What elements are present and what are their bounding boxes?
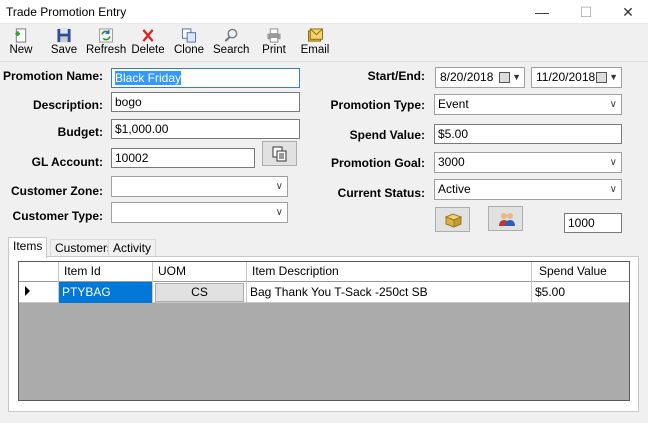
- spend-value-label: Spend Value:: [349, 128, 425, 142]
- column-header-uom[interactable]: UOM: [153, 262, 247, 282]
- tab-items[interactable]: Items: [8, 237, 48, 258]
- row-header-corner: [19, 262, 59, 282]
- column-header-item-id[interactable]: Item Id: [59, 262, 153, 282]
- chevron-down-icon: ∨: [275, 207, 283, 218]
- printer-icon: [267, 28, 281, 43]
- clone-button[interactable]: Clone: [174, 26, 204, 60]
- window-title: Trade Promotion Entry: [6, 5, 127, 19]
- current-status-label: Current Status:: [337, 186, 425, 200]
- title-bar: Trade Promotion Entry — ☐ ✕: [0, 0, 648, 24]
- search-button[interactable]: Search: [213, 26, 249, 60]
- row-header[interactable]: [19, 282, 59, 303]
- table-row[interactable]: PTYBAG CS Bag Thank You T-Sack -250ct SB…: [19, 282, 629, 303]
- description-label: Description:: [32, 98, 103, 112]
- chevron-down-icon: ∨: [609, 157, 617, 168]
- budget-label: Budget:: [57, 125, 103, 139]
- uom-button[interactable]: CS: [155, 283, 244, 302]
- item-id-cell[interactable]: PTYBAG: [59, 282, 153, 303]
- calendar-icon: [499, 72, 510, 83]
- refresh-button[interactable]: Refresh: [86, 26, 126, 60]
- description-field[interactable]: bogo: [111, 92, 300, 112]
- end-date-picker[interactable]: 11/20/2018 ▼: [531, 67, 622, 88]
- promotion-goal-label: Promotion Goal:: [331, 156, 425, 170]
- chevron-down-icon: ∨: [275, 181, 283, 192]
- dropdown-arrow-icon: ▼: [609, 72, 618, 82]
- promotion-name-value: Black Friday: [115, 71, 182, 85]
- current-status-dropdown[interactable]: Active ∨: [434, 179, 622, 200]
- delete-button[interactable]: Delete: [131, 26, 165, 60]
- start-date-picker[interactable]: 8/20/2018 ▼: [435, 67, 525, 88]
- products-button[interactable]: [435, 207, 470, 232]
- customer-zone-dropdown[interactable]: ∨: [111, 176, 288, 197]
- floppy-disk-icon: [57, 28, 71, 43]
- delete-x-icon: [142, 29, 154, 42]
- clone-icon: [181, 28, 197, 43]
- maximize-button[interactable]: ☐: [563, 0, 609, 24]
- spend-value-field[interactable]: $5.00: [434, 124, 622, 144]
- customers-button[interactable]: [488, 206, 523, 231]
- promotion-goal-dropdown[interactable]: 3000 ∨: [434, 152, 622, 173]
- grid-header: Item Id UOM Item Description Spend Value: [19, 262, 629, 282]
- customer-type-label: Customer Type:: [12, 209, 103, 223]
- promotion-name-field[interactable]: Black Friday: [111, 68, 300, 88]
- gl-account-lookup-button[interactable]: [262, 141, 297, 166]
- new-document-icon: [15, 28, 27, 43]
- current-row-arrow-icon: [25, 286, 30, 296]
- uom-cell[interactable]: CS: [153, 282, 247, 303]
- promotion-type-dropdown[interactable]: Event ∨: [434, 94, 622, 115]
- email-button[interactable]: Email: [300, 26, 330, 60]
- minimize-button[interactable]: —: [519, 0, 565, 24]
- spend-value-cell[interactable]: $5.00: [532, 282, 629, 303]
- gl-account-label: GL Account:: [31, 155, 103, 169]
- column-header-spend-value[interactable]: Spend Value: [532, 262, 629, 282]
- dropdown-arrow-icon: ▼: [512, 72, 521, 82]
- quantity-field[interactable]: 1000: [564, 213, 622, 233]
- copy-list-icon: [272, 146, 287, 162]
- promotion-name-label: Promotion Name:: [2, 69, 103, 83]
- close-button[interactable]: ✕: [605, 0, 648, 24]
- chevron-down-icon: ∨: [609, 99, 617, 110]
- users-icon: [499, 213, 515, 226]
- calendar-icon: [596, 72, 607, 83]
- customer-zone-label: Customer Zone:: [10, 184, 103, 198]
- new-button[interactable]: New: [6, 26, 36, 60]
- promotion-type-label: Promotion Type:: [330, 98, 425, 112]
- toolbar: New Save Refresh Delete Clone Search Pri…: [0, 24, 648, 62]
- items-grid[interactable]: Item Id UOM Item Description Spend Value…: [18, 261, 630, 401]
- customer-type-dropdown[interactable]: ∨: [111, 202, 288, 223]
- save-button[interactable]: Save: [48, 26, 80, 60]
- box-icon: [445, 213, 462, 228]
- refresh-icon: [98, 28, 114, 43]
- start-end-label: Start/End:: [367, 69, 425, 83]
- tab-activity[interactable]: Activity: [108, 239, 157, 257]
- print-button[interactable]: Print: [261, 26, 287, 60]
- budget-field[interactable]: $1,000.00: [111, 119, 300, 139]
- chevron-down-icon: ∨: [609, 184, 617, 195]
- search-icon: [224, 28, 238, 42]
- column-header-item-description[interactable]: Item Description: [247, 262, 532, 282]
- email-icon: [307, 28, 323, 42]
- item-description-cell[interactable]: Bag Thank You T-Sack -250ct SB: [247, 282, 532, 303]
- gl-account-field[interactable]: 10002: [111, 148, 255, 168]
